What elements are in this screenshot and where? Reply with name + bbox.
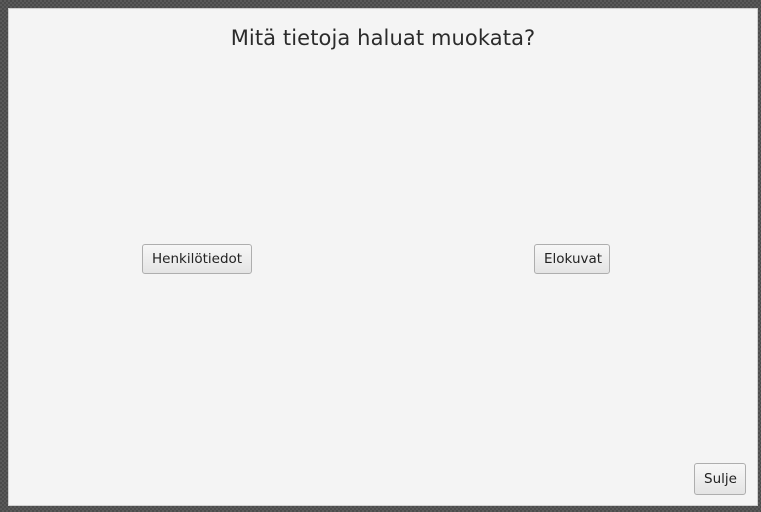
dialog-window: Mitä tietoja haluat muokata? Henkilötied… [8, 8, 758, 506]
personal-info-button[interactable]: Henkilötiedot [142, 244, 252, 274]
movies-button[interactable]: Elokuvat [534, 244, 610, 274]
close-button[interactable]: Sulje [694, 463, 746, 495]
dialog-title: Mitä tietoja haluat muokata? [230, 26, 536, 50]
